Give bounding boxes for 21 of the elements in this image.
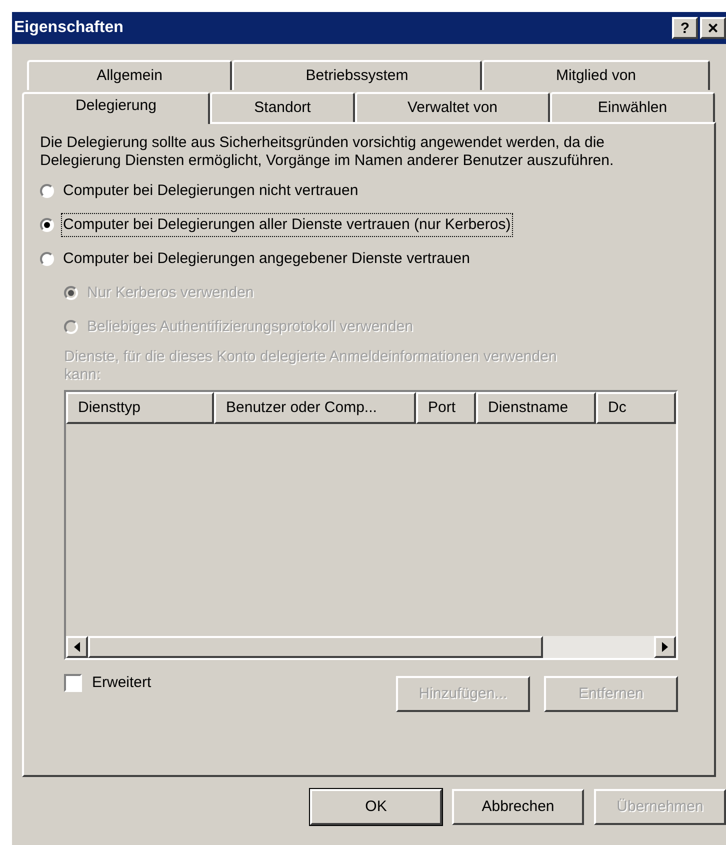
tab[interactable]: Einwählen — [550, 92, 715, 122]
radio-label: Computer bei Delegierungen nicht vertrauen — [62, 180, 360, 201]
tab[interactable]: Mitglied von — [482, 60, 710, 90]
help-button[interactable]: ? — [672, 17, 698, 39]
radio-button[interactable] — [40, 252, 54, 266]
description-text: Die Delegierung sollte aus Sicherheitsgründen vorsichtig angewendet werden, da die Delegierung Diensten ermöglicht, Vorgänge im Namen anderer Benutzer auszuführen. — [40, 134, 615, 170]
tab[interactable]: Betriebssystem — [232, 60, 482, 90]
tab[interactable]: Delegierung — [22, 92, 210, 124]
tab[interactable]: Allgemein — [27, 60, 232, 90]
tab[interactable]: Standort — [210, 92, 355, 122]
radio-button[interactable] — [40, 184, 54, 198]
window-title: Eigenschaften — [14, 18, 124, 38]
close-button[interactable]: × — [700, 17, 726, 39]
tab[interactable]: Verwaltet von — [355, 92, 550, 122]
radio-label: Computer bei Delegierungen angegebener Dienste vertrauen — [62, 248, 471, 269]
radio-button[interactable] — [40, 218, 54, 232]
radio-label: Computer bei Delegierungen aller Dienste vertrauen (nur Kerberos) — [62, 214, 512, 236]
checkbox-label: Erweitert — [92, 673, 152, 693]
dialog-button[interactable]: OK — [310, 789, 442, 825]
checkbox[interactable] — [64, 674, 82, 692]
dialog-button[interactable]: Abbrechen — [452, 789, 584, 825]
